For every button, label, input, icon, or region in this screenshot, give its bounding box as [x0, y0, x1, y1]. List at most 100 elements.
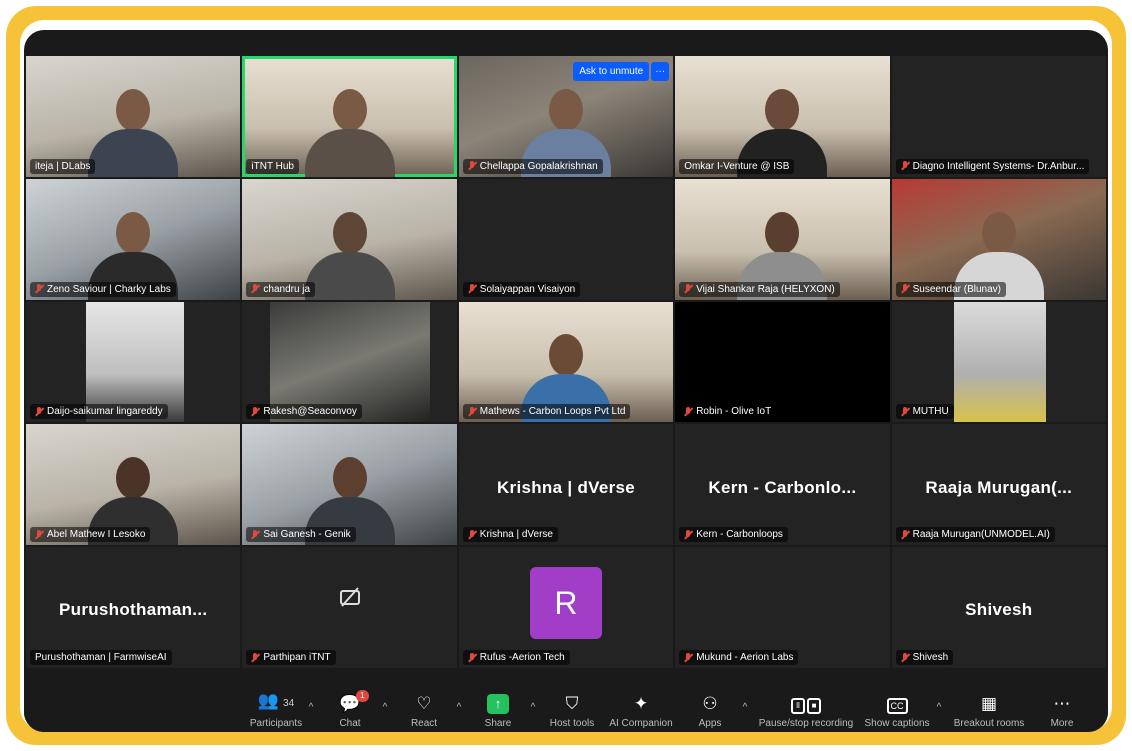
mic-muted-icon — [684, 652, 692, 663]
recording-button[interactable]: ll ■ Pause/stop recording — [754, 679, 858, 729]
ask-to-unmute-button[interactable]: Ask to unmute — [573, 62, 650, 81]
participant-display-name: Krishna | dVerse — [496, 477, 636, 497]
participant-video — [304, 88, 395, 177]
participant-name: Shivesh — [895, 650, 954, 665]
participant-name: MUTHU — [895, 404, 954, 420]
mic-muted-icon — [468, 161, 476, 171]
mic-muted-icon — [468, 652, 476, 663]
participant-name: Mukund - Aerion Labs — [679, 650, 799, 665]
participants-label: Participants — [249, 718, 303, 729]
tile-more-button[interactable]: ··· — [651, 62, 670, 81]
mic-muted-icon — [468, 406, 476, 417]
video-tile-camera-off[interactable]: Krishna | dVerse Krishna | dVerse — [458, 424, 674, 546]
participant-name: Mathews - Carbon Loops Pvt Ltd — [462, 404, 631, 420]
meeting-window: iteja | DLabs iTNT Hub Chellappa Gopalak… — [24, 30, 1108, 732]
video-tile-camera-off[interactable]: Kern - Carbonlo... Kern - Carbonloops — [675, 424, 890, 546]
participants-chevron-up-icon[interactable]: ^ — [304, 696, 318, 713]
participant-name: Rufus -Aerion Tech — [462, 650, 570, 665]
mic-muted-icon — [251, 529, 259, 540]
video-tile[interactable]: Abel Mathew I Lesoko — [26, 424, 241, 546]
mic-muted-icon — [901, 529, 909, 540]
participant-video — [953, 301, 1046, 423]
captions-chevron-up-icon[interactable]: ^ — [932, 696, 946, 713]
more-button[interactable]: ⋯ More — [1032, 679, 1092, 729]
ai-companion-button[interactable]: ✦ AI Companion — [604, 679, 678, 729]
mic-muted-icon — [35, 529, 43, 540]
video-tile[interactable]: iteja | DLabs — [26, 56, 241, 177]
mic-muted-icon — [684, 529, 692, 540]
video-tile-camera-off[interactable]: Purushothaman... Purushothaman | Farmwis… — [26, 547, 241, 668]
gallery-grid: iteja | DLabs iTNT Hub Chellappa Gopalak… — [24, 56, 1108, 668]
video-tile[interactable]: chandru ja — [242, 178, 457, 300]
mic-muted-icon — [468, 284, 476, 294]
video-tile-camera-off[interactable]: Parthipan iTNT — [242, 547, 457, 668]
participant-name: Suseendar (Blunav) — [895, 281, 1006, 297]
avatar: R — [529, 567, 602, 640]
video-tile[interactable]: Solaiyappan Visaiyon — [458, 178, 674, 300]
mic-muted-icon — [251, 284, 259, 294]
participant-name: Diagno Intelligent Systems- Dr.Anbur... — [895, 158, 1090, 174]
participant-name: iteja | DLabs — [30, 158, 96, 174]
participants-button[interactable]: 👥 34 Participants — [246, 679, 306, 729]
ai-companion-label: AI Companion — [609, 718, 673, 729]
video-tile[interactable]: Daijo-saikumar lingareddy — [26, 301, 241, 423]
mic-muted-icon — [684, 284, 692, 294]
mic-muted-icon — [901, 284, 909, 294]
apps-label: Apps — [698, 718, 722, 729]
participant-name: Abel Mathew I Lesoko — [30, 527, 151, 543]
participant-name: Omkar I-Venture @ ISB — [679, 158, 795, 174]
apps-chevron-up-icon[interactable]: ^ — [738, 696, 752, 713]
participant-name: Parthipan iTNT — [246, 650, 336, 665]
share-chevron-up-icon[interactable]: ^ — [526, 696, 540, 713]
participant-name: Chellappa Gopalakrishnan — [462, 158, 603, 174]
more-label: More — [1050, 718, 1074, 729]
video-tile[interactable]: MUTHU — [891, 301, 1106, 423]
captions-button[interactable]: CC Show captions — [860, 679, 934, 729]
react-button[interactable]: ♡ React — [394, 679, 454, 729]
video-tile-camera-off[interactable]: Shivesh Shivesh — [891, 547, 1106, 668]
video-tile[interactable]: Omkar I-Venture @ ISB — [675, 56, 890, 177]
video-tile[interactable]: Zeno Saviour | Charky Labs — [26, 178, 241, 300]
participant-name: Krishna | dVerse — [462, 527, 558, 543]
video-tile[interactable]: Diagno Intelligent Systems- Dr.Anbur... — [891, 56, 1106, 177]
video-tile-camera-off[interactable]: R Rufus -Aerion Tech — [458, 547, 674, 668]
video-tile-camera-off[interactable]: Raaja Murugan(... Raaja Murugan(UNMODEL.… — [891, 424, 1106, 546]
video-tile[interactable]: Mathews - Carbon Loops Pvt Ltd — [458, 301, 674, 423]
share-button[interactable]: ↑ Share — [468, 679, 528, 729]
recording-label: Pause/stop recording — [758, 718, 854, 729]
captions-icon: CC — [886, 694, 908, 714]
mic-muted-icon — [35, 406, 43, 417]
mic-muted-icon — [901, 161, 909, 171]
react-chevron-up-icon[interactable]: ^ — [452, 696, 466, 713]
video-tile-active-speaker[interactable]: iTNT Hub — [242, 56, 457, 177]
participants-icon: 👥 — [257, 691, 280, 710]
video-tile[interactable]: Sai Ganesh - Genik — [242, 424, 457, 546]
chat-chevron-up-icon[interactable]: ^ — [378, 696, 392, 713]
participant-count: 34 — [283, 698, 295, 709]
chat-label: Chat — [339, 718, 361, 729]
video-tile[interactable]: Suseendar (Blunav) — [891, 178, 1106, 300]
share-label: Share — [484, 718, 512, 729]
chat-unread-badge: 1 — [356, 690, 369, 702]
chat-button[interactable]: 💬 1 Chat — [320, 679, 380, 729]
share-arrow-icon: ↑ — [487, 694, 509, 714]
mic-muted-icon — [251, 652, 259, 663]
participant-name: Robin - Olive IoT — [679, 404, 777, 420]
participant-name: Vijai Shankar Raja (HELYXON) — [679, 281, 840, 297]
apps-icon: ⚇ — [702, 694, 718, 713]
apps-button[interactable]: ⚇ Apps — [680, 679, 740, 729]
breakout-rooms-icon: ▦ — [980, 694, 998, 713]
participant-name: Raaja Murugan(UNMODEL.AI) — [895, 527, 1055, 543]
participant-name: Zeno Saviour | Charky Labs — [30, 281, 176, 297]
video-tile[interactable]: Robin - Olive IoT — [675, 301, 890, 423]
video-tile-camera-off[interactable]: Mukund - Aerion Labs — [675, 547, 890, 668]
host-tools-button[interactable]: ⛉ Host tools — [542, 679, 602, 729]
video-tile[interactable]: Vijai Shankar Raja (HELYXON) — [675, 178, 890, 300]
shield-icon: ⛉ — [565, 694, 579, 713]
breakout-rooms-button[interactable]: ▦ Breakout rooms — [948, 679, 1030, 729]
participant-name: Rakesh@Seaconvoy — [246, 404, 362, 420]
video-tile[interactable]: Rakesh@Seaconvoy — [242, 301, 457, 423]
video-tile[interactable]: Chellappa Gopalakrishnan Ask to unmute ·… — [458, 56, 674, 177]
mic-muted-icon — [468, 529, 476, 540]
camera-off-icon — [338, 586, 362, 614]
